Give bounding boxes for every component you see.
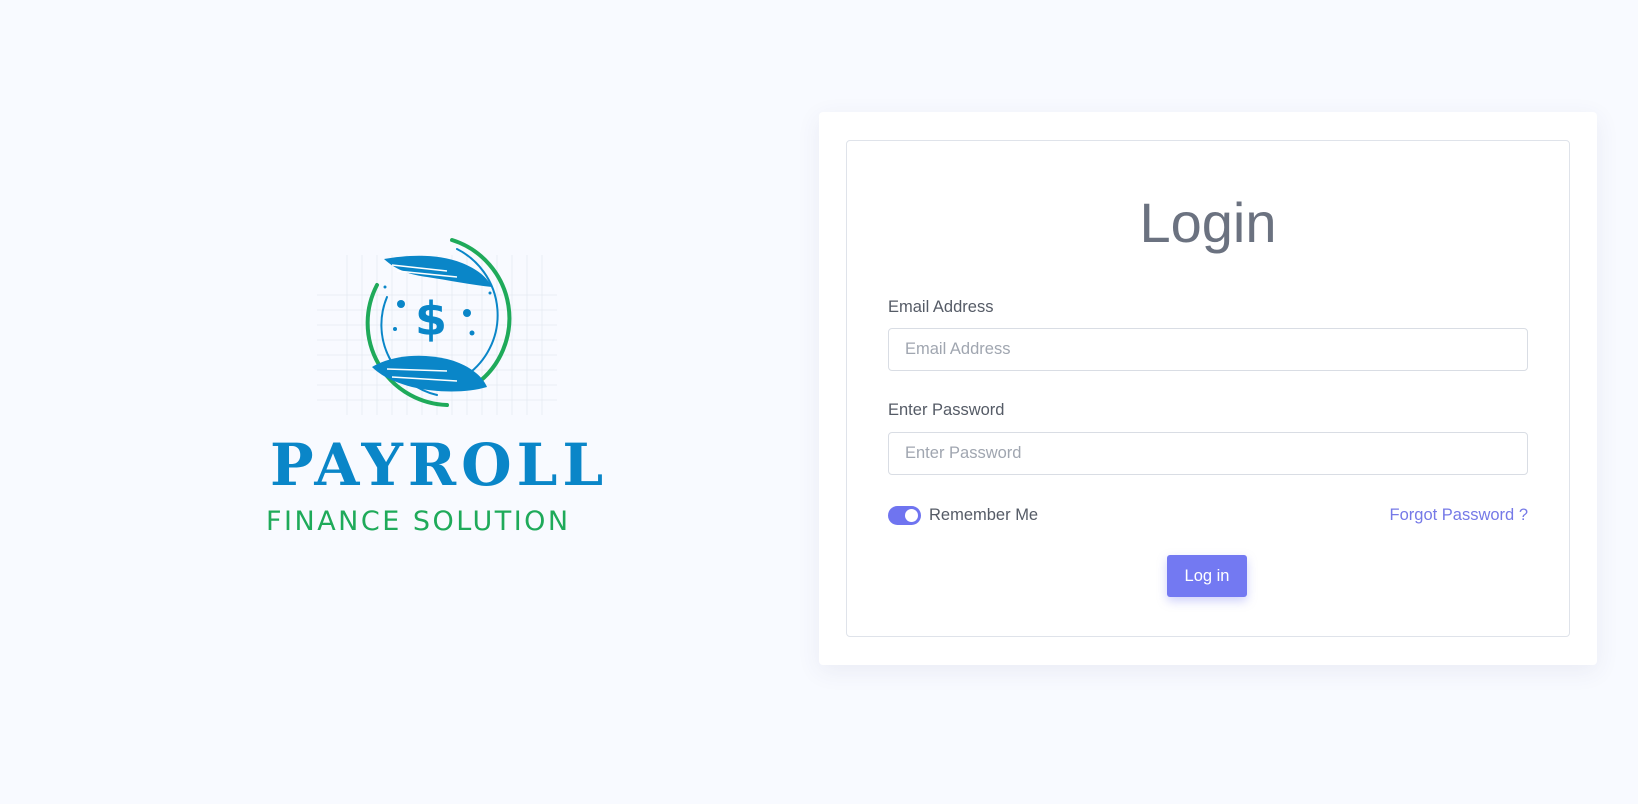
login-card: Login Email Address Enter Password Remem… bbox=[819, 112, 1597, 665]
remember-me-toggle[interactable] bbox=[888, 506, 921, 525]
password-field[interactable] bbox=[888, 432, 1528, 475]
login-form: Login Email Address Enter Password Remem… bbox=[846, 140, 1570, 637]
email-field[interactable] bbox=[888, 328, 1528, 371]
brand-logo: $ PAYROLL FINANCE SOLUTION bbox=[262, 235, 609, 545]
email-label: Email Address bbox=[888, 298, 994, 316]
hands-holding-dollar-icon: $ bbox=[317, 238, 557, 415]
remember-row: Remember Me Forgot Password ? bbox=[888, 504, 1528, 528]
brand-tagline: FINANCE SOLUTION bbox=[266, 506, 571, 537]
password-label: Enter Password bbox=[888, 401, 1005, 419]
login-button[interactable]: Log in bbox=[1167, 555, 1247, 597]
svg-text:$: $ bbox=[415, 292, 447, 346]
page-title: Login bbox=[1139, 191, 1277, 254]
toggle-knob bbox=[905, 509, 918, 522]
brand-name: PAYROLL bbox=[270, 431, 609, 499]
forgot-password-link[interactable]: Forgot Password ? bbox=[1390, 505, 1528, 525]
remember-me-label[interactable]: Remember Me bbox=[929, 505, 1038, 525]
